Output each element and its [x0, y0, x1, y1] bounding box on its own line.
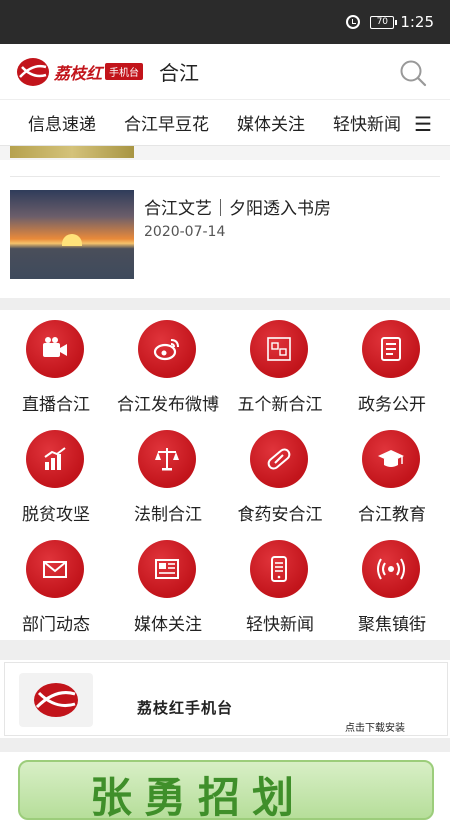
grid-item-weibo[interactable]: 合江发布微博: [112, 310, 224, 420]
graduation-cap-icon: [362, 430, 420, 488]
status-time: 1:25: [400, 13, 434, 31]
grid-item-label: 合江教育: [358, 505, 426, 525]
pill-icon: [250, 430, 308, 488]
banner-title: 荔枝红手机台: [137, 699, 234, 717]
grid-item-label: 法制合江: [134, 505, 202, 525]
ad-banner-text: 张勇招划: [90, 773, 307, 820]
lizhi-logo-icon: [34, 683, 78, 717]
page-title: 合江: [159, 61, 200, 85]
download-banner-card: 荔枝红手机台 点击下载安装: [4, 662, 448, 736]
search-icon[interactable]: [398, 58, 428, 88]
news-list-item[interactable]: 合江文艺｜夕阳透入书房 2020-07-14: [0, 190, 450, 282]
grid-item-label: 合江发布微博: [117, 395, 219, 415]
sunset-image: [62, 234, 82, 246]
grid-item-label: 聚焦镇街: [358, 615, 426, 635]
five-new-hejiang-icon: [250, 320, 308, 378]
divider: [10, 176, 440, 177]
grid-item-legal-hejiang[interactable]: 法制合江: [112, 420, 224, 530]
alarm-icon: [346, 15, 361, 29]
battery-icon: 70: [370, 15, 398, 29]
mail-icon: [26, 540, 84, 598]
weibo-icon: [138, 320, 196, 378]
grid-item-label: 政务公开: [358, 395, 426, 415]
logo-badge: 手机台: [105, 63, 144, 80]
ad-banner[interactable]: 张勇招划: [0, 752, 450, 820]
grid-item-department-news[interactable]: 部门动态: [0, 530, 112, 640]
section-divider: [0, 640, 450, 660]
tab-quick-news[interactable]: 轻快新闻: [305, 110, 401, 135]
grid-item-live-hejiang[interactable]: 直播合江: [0, 310, 112, 420]
channel-tabs: 信息速递 合江早豆花 媒体关注 轻快新闻 ☰: [0, 100, 450, 146]
newspaper-icon: [138, 540, 196, 598]
tab-hejiang-morning[interactable]: 合江早豆花: [96, 110, 209, 135]
grid-item-poverty-alleviation[interactable]: 脱贫攻坚: [0, 420, 112, 530]
tab-media-focus[interactable]: 媒体关注: [209, 110, 305, 135]
grid-item-label: 直播合江: [22, 395, 90, 415]
grid-item-label: 脱贫攻坚: [22, 505, 90, 525]
grid-item-town-focus[interactable]: 聚焦镇街: [336, 530, 448, 640]
service-grid: 直播合江 合江发布微博 五个新合江 政务公开 脱贫攻坚 法制合江 食药安合江 合…: [0, 310, 450, 640]
grid-item-label: 五个新合江: [237, 395, 323, 415]
bar-chart-icon: [26, 430, 84, 488]
grid-item-government-affairs[interactable]: 政务公开: [336, 310, 448, 420]
scales-icon: [138, 430, 196, 488]
lizhi-logo-icon: [17, 57, 49, 86]
menu-icon[interactable]: ☰: [414, 112, 432, 136]
download-link[interactable]: 点击下载安装: [345, 719, 405, 734]
previous-article-stub[interactable]: [0, 146, 450, 160]
grid-item-food-drug-safety[interactable]: 食药安合江: [224, 420, 336, 530]
banner-logo: [19, 673, 93, 727]
app-header: 荔枝红 手机台 合江: [0, 44, 450, 100]
grid-item-media-focus[interactable]: 媒体关注: [112, 530, 224, 640]
previous-article-thumbnail: [10, 146, 134, 158]
download-banner[interactable]: 荔枝红手机台 点击下载安装: [0, 660, 450, 738]
grid-item-quick-news[interactable]: 轻快新闻: [224, 530, 336, 640]
status-bar: 70 1:25: [0, 0, 450, 44]
grid-item-label: 媒体关注: [134, 615, 202, 635]
ad-banner-image: 张勇招划: [18, 760, 434, 820]
section-divider: [0, 298, 450, 310]
phone-news-icon: [250, 540, 308, 598]
section-divider: [0, 738, 450, 752]
article-date: 2020-07-14: [144, 224, 226, 240]
app-logo[interactable]: 荔枝红 手机台: [16, 55, 144, 89]
tab-info-express[interactable]: 信息速递: [0, 110, 96, 135]
grid-item-five-new-hejiang[interactable]: 五个新合江: [224, 310, 336, 420]
grid-item-label: 轻快新闻: [246, 615, 314, 635]
broadcast-icon: [362, 540, 420, 598]
video-camera-icon: [26, 320, 84, 378]
grid-item-label: 部门动态: [22, 615, 90, 635]
grid-item-hejiang-education[interactable]: 合江教育: [336, 420, 448, 530]
document-icon: [362, 320, 420, 378]
article-title: 合江文艺｜夕阳透入书房: [144, 199, 331, 219]
logo-text: 荔枝红: [54, 63, 103, 83]
article-thumbnail: [10, 190, 134, 279]
grid-item-label: 食药安合江: [237, 505, 323, 525]
